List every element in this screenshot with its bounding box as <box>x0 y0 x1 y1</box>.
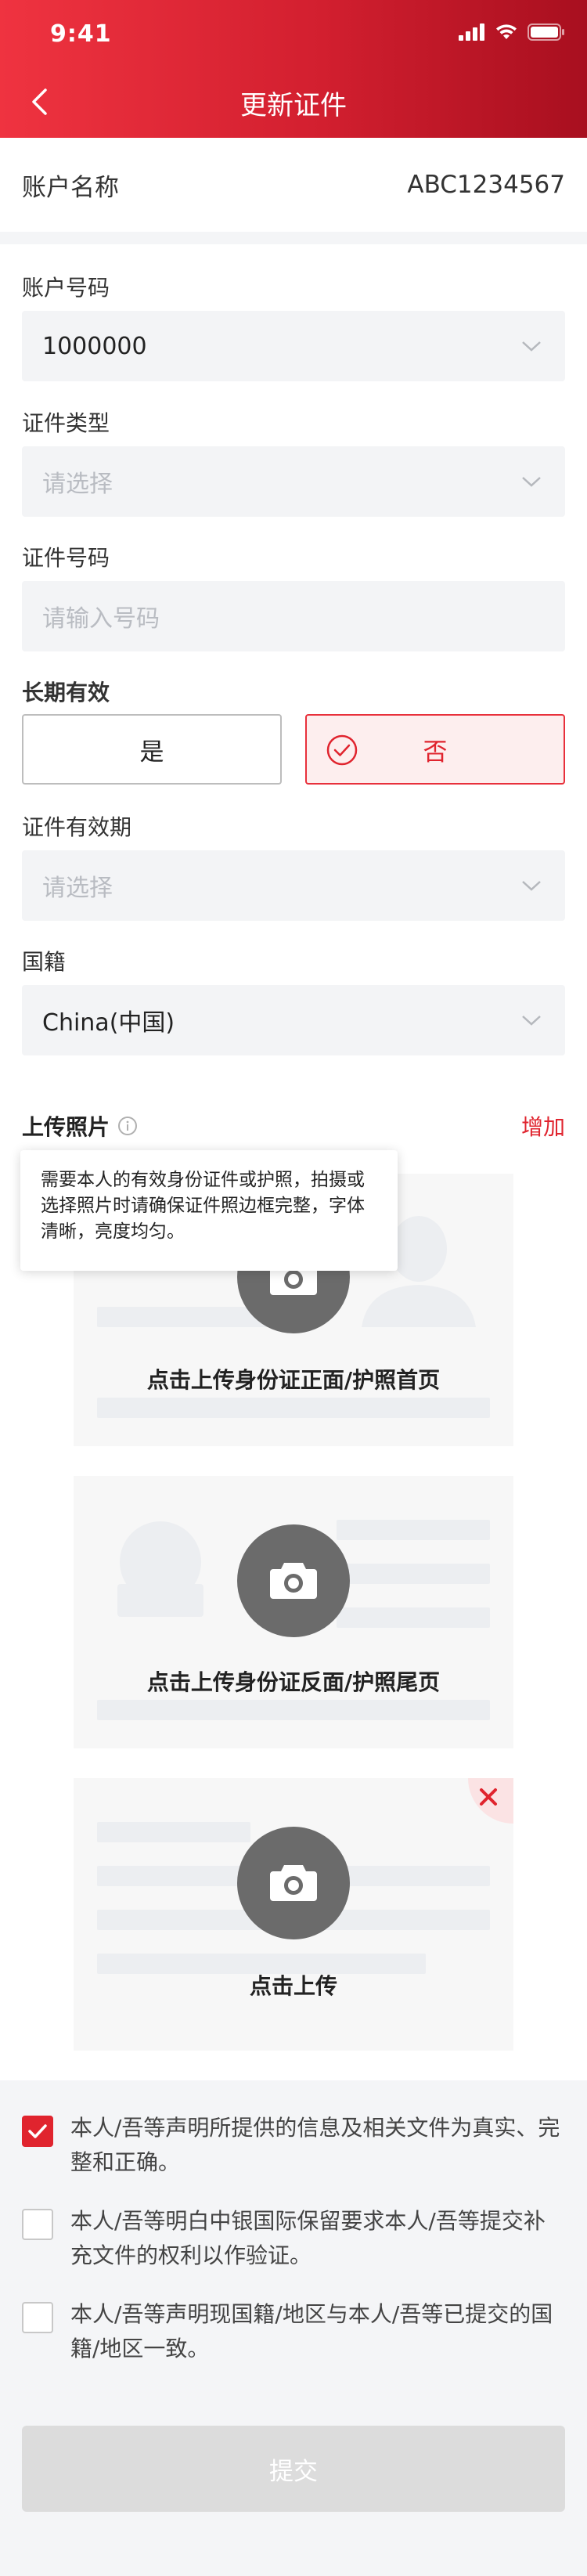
id-type-label: 证件类型 <box>22 410 110 436</box>
chevron-down-icon <box>522 341 541 352</box>
submit-label: 提交 <box>269 2457 318 2486</box>
upload-card-back[interactable]: 点击上传身份证反面/护照尾页 <box>74 1476 513 1748</box>
close-icon[interactable] <box>457 1778 513 1835</box>
declaration-text-3: 本人/吾等声明现国籍/地区与本人/吾等已提交的国籍/地区一致。 <box>70 2301 553 2361</box>
declaration-checkbox-3[interactable] <box>22 2302 53 2333</box>
chevron-down-icon <box>522 1016 541 1026</box>
long-term-no-button[interactable]: 否 <box>305 714 565 785</box>
add-photo-link[interactable]: 增加 <box>521 1110 565 1142</box>
upload-title-label: 上传照片 <box>22 1114 110 1140</box>
nationality-select[interactable]: China(中国) <box>22 985 565 1055</box>
declaration-item-2[interactable]: 本人/吾等明白中银国际保留要求本人/吾等提交补充文件的权利以作验证。 <box>22 2204 565 2273</box>
id-number-label: 证件号码 <box>22 545 110 571</box>
signal-icon <box>459 23 484 41</box>
battery-icon <box>528 23 564 41</box>
account-name-label: 账户名称 <box>22 173 119 202</box>
wifi-icon <box>496 24 517 39</box>
account-number-select[interactable]: 1000000 <box>22 311 565 381</box>
upload-extra-label: 点击上传 <box>249 1973 337 1999</box>
validity-select[interactable]: 请选择 <box>22 850 565 921</box>
declaration-text-2: 本人/吾等明白中银国际保留要求本人/吾等提交补充文件的权利以作验证。 <box>70 2208 546 2268</box>
upload-tooltip: 需要本人的有效身份证件或护照，拍摄或选择照片时请确保证件照边框完整，字体清晰，亮… <box>20 1150 398 1271</box>
long-term-yes-label: 是 <box>139 738 164 767</box>
id-type-placeholder: 请选择 <box>42 471 113 498</box>
nationality-value: China(中国) <box>42 1009 175 1037</box>
id-number-placeholder: 请输入号码 <box>42 605 160 633</box>
chevron-down-icon <box>522 881 541 891</box>
placeholder-bar <box>97 1700 490 1720</box>
emblem-placeholder-icon <box>117 1521 203 1617</box>
id-number-input[interactable]: 请输入号码 <box>22 581 565 651</box>
declaration-checkbox-2[interactable] <box>22 2209 53 2240</box>
nationality-label: 国籍 <box>22 949 67 975</box>
validity-label: 证件有效期 <box>22 814 132 840</box>
upload-front-label: 点击上传身份证正面/护照首页 <box>146 1367 441 1393</box>
camera-icon <box>270 1563 317 1599</box>
status-icons <box>459 23 565 41</box>
placeholder-bar <box>337 1564 490 1584</box>
account-name-value: ABC1234567 <box>407 171 565 199</box>
account-number-label: 账户号码 <box>22 275 110 301</box>
info-icon[interactable] <box>117 1116 138 1136</box>
id-type-select[interactable]: 请选择 <box>22 446 565 517</box>
validity-placeholder: 请选择 <box>42 875 113 902</box>
account-name-row: 账户名称 ABC1234567 <box>0 138 587 232</box>
status-time: 9:41 <box>50 20 112 48</box>
page-title: 更新证件 <box>240 90 347 121</box>
placeholder-bar <box>337 1607 490 1628</box>
app-header: 9:41 更新证件 <box>0 0 587 138</box>
upload-back-label: 点击上传身份证反面/护照尾页 <box>146 1669 441 1695</box>
declaration-item-1[interactable]: 本人/吾等声明所提供的信息及相关文件为真实、完整和正确。 <box>22 2111 565 2180</box>
camera-icon <box>270 1865 317 1901</box>
submit-button[interactable]: 提交 <box>22 2426 565 2512</box>
camera-button[interactable] <box>237 1524 350 1637</box>
account-number-value: 1000000 <box>42 332 147 360</box>
long-term-yes-button[interactable]: 是 <box>22 714 282 785</box>
placeholder-bar <box>97 1822 250 1842</box>
declaration-item-3[interactable]: 本人/吾等声明现国籍/地区与本人/吾等已提交的国籍/地区一致。 <box>22 2297 565 2366</box>
chevron-down-icon <box>522 477 541 487</box>
declaration-checkbox-1[interactable] <box>22 2116 53 2147</box>
upload-section-title: 上传照片 <box>22 1110 138 1142</box>
long-term-label: 长期有效 <box>22 680 110 705</box>
upload-card-extra[interactable]: 点击上传 <box>74 1778 513 2051</box>
placeholder-bar <box>337 1520 490 1540</box>
checkmark-icon <box>28 2124 47 2138</box>
check-circle-icon <box>326 734 358 766</box>
camera-button[interactable] <box>237 1827 350 1939</box>
long-term-no-label: 否 <box>423 738 448 767</box>
placeholder-bar <box>97 1398 490 1418</box>
declaration-text-1: 本人/吾等声明所提供的信息及相关文件为真实、完整和正确。 <box>70 2115 560 2175</box>
